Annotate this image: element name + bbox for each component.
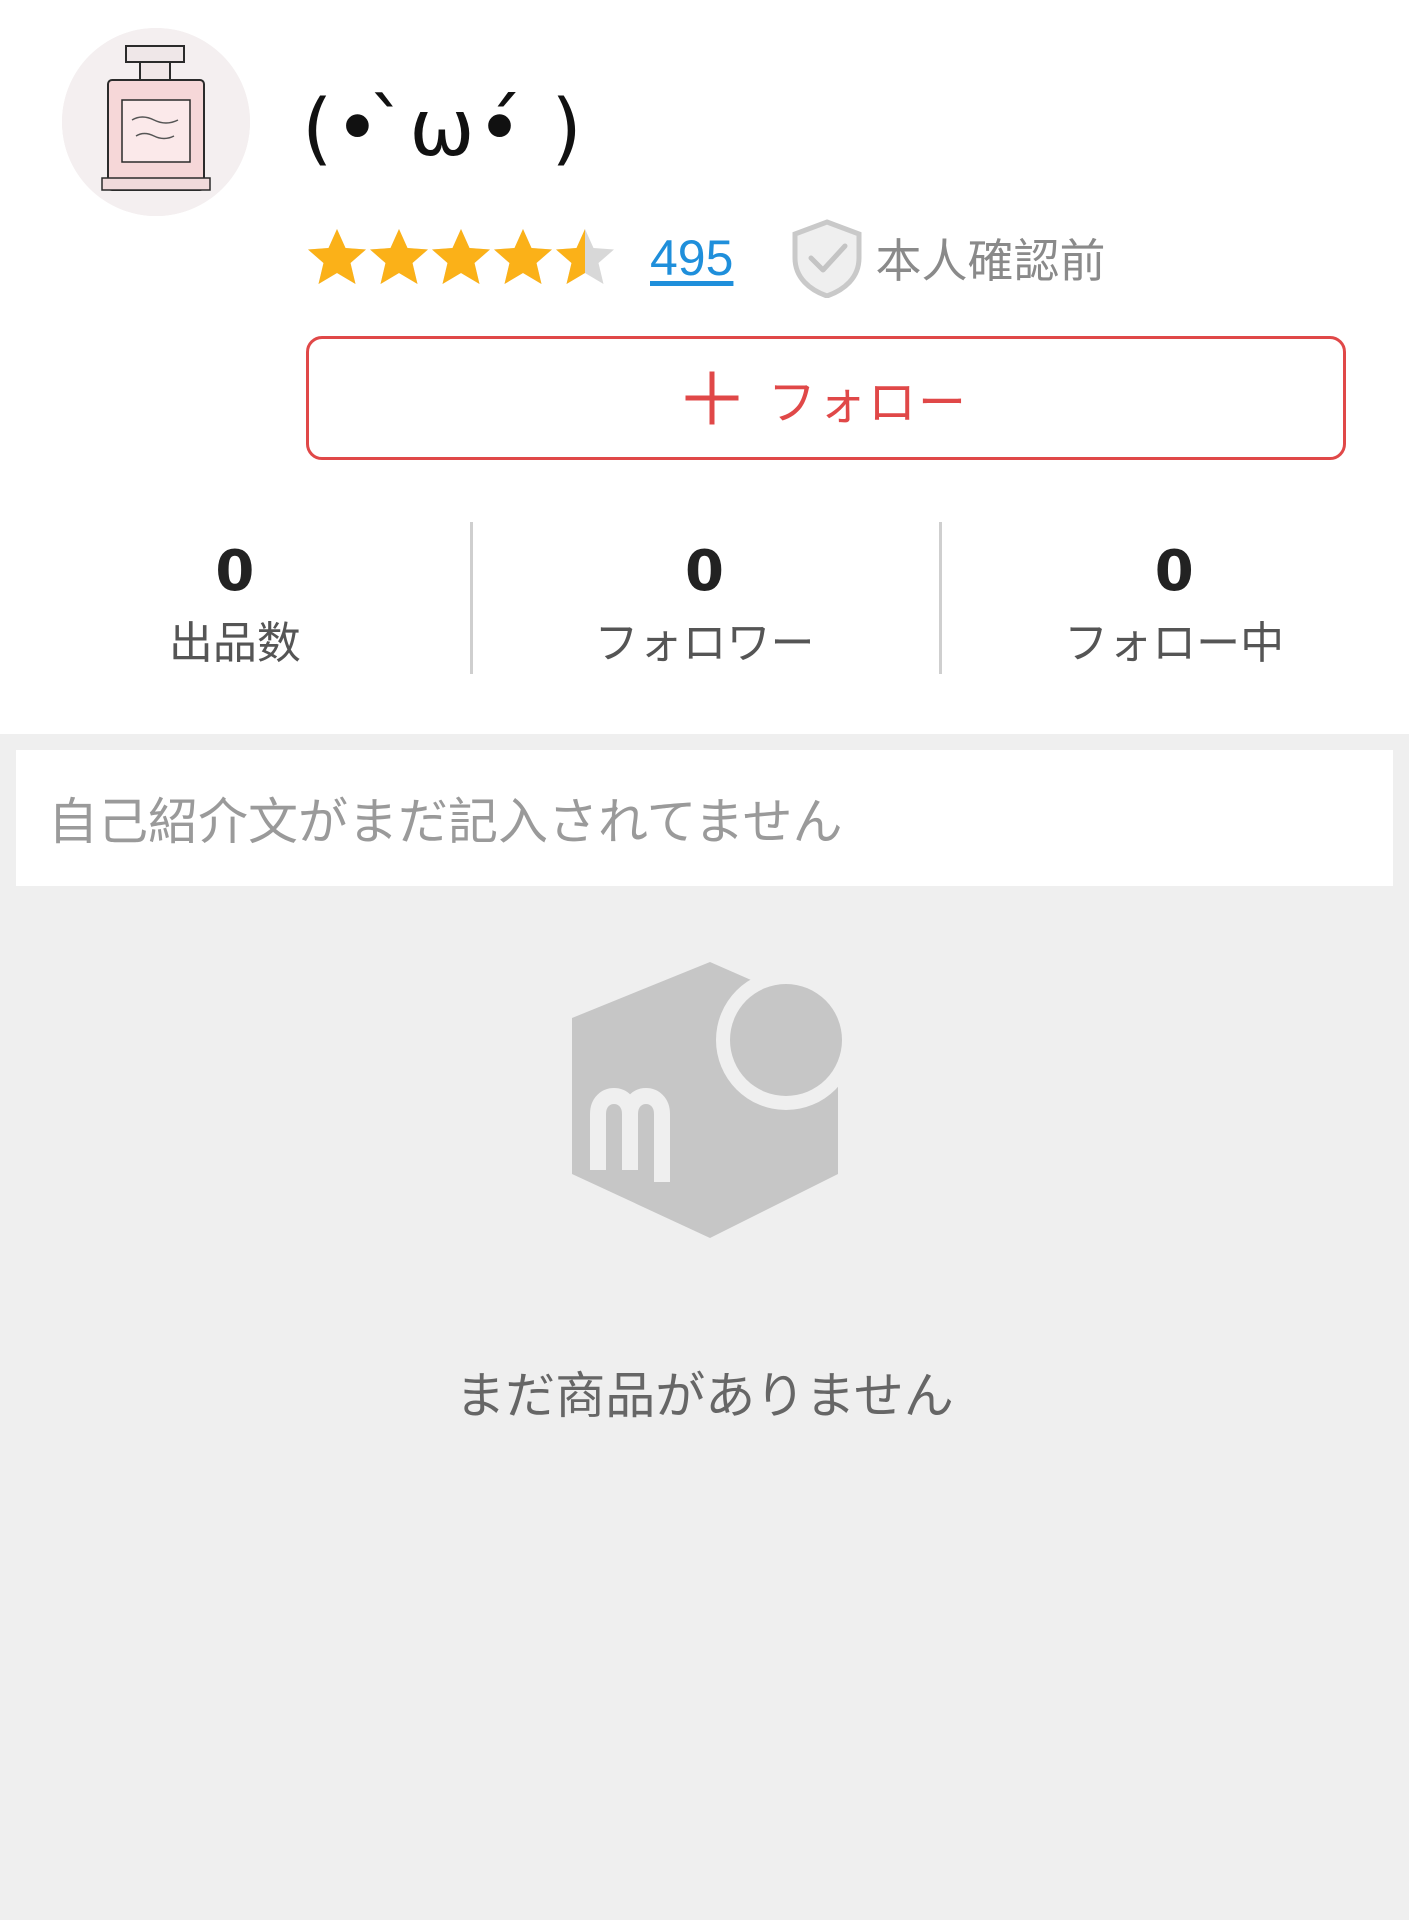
star-full-icon	[368, 227, 430, 289]
stat-followers[interactable]: 0 フォロワー	[469, 522, 940, 674]
profile-header: (• ̀ω•́ ) 495 本人確認前 フォロー 0 出品数 0 フォロワー 0…	[0, 0, 1409, 734]
verification-status[interactable]: 本人確認前	[789, 218, 1105, 298]
shield-check-icon	[789, 218, 865, 298]
star-half-icon	[554, 227, 616, 289]
star-full-icon	[492, 227, 554, 289]
avatar[interactable]	[62, 28, 250, 216]
stat-followers-value: 0	[685, 539, 724, 604]
stat-following[interactable]: 0 フォロー中	[939, 522, 1409, 674]
star-full-icon	[306, 227, 368, 289]
stat-listings-label: 出品数	[168, 618, 301, 669]
follow-button[interactable]: フォロー	[306, 336, 1346, 460]
stat-listings-value: 0	[215, 539, 255, 604]
rating-stars[interactable]	[306, 227, 616, 289]
review-count-link[interactable]: 495	[650, 229, 733, 287]
profile-stats: 0 出品数 0 フォロワー 0 フォロー中	[0, 522, 1409, 674]
follow-button-label: フォロー	[767, 375, 968, 431]
stat-listings[interactable]: 0 出品数	[0, 522, 470, 674]
mercari-logo-icon	[568, 962, 858, 1252]
stat-following-label: フォロー中	[1064, 618, 1285, 669]
username: (• ̀ω•́ )	[302, 84, 584, 174]
verification-label: 本人確認前	[875, 234, 1106, 288]
bio-box: 自己紹介文がまだ記入されてません	[16, 750, 1393, 886]
rating-row: 495 本人確認前	[306, 218, 1105, 298]
star-full-icon	[430, 227, 492, 289]
stat-followers-label: フォロワー	[594, 618, 815, 669]
bio-text: 自己紹介文がまだ記入されてません	[48, 793, 843, 851]
stat-following-value: 0	[1154, 539, 1194, 604]
plus-icon	[684, 370, 740, 426]
empty-state-message: まだ商品がありません	[455, 1367, 954, 1425]
profile-page: (• ̀ω•́ ) 495 本人確認前 フォロー 0 出品数 0 フォロワー 0…	[0, 0, 1409, 1920]
